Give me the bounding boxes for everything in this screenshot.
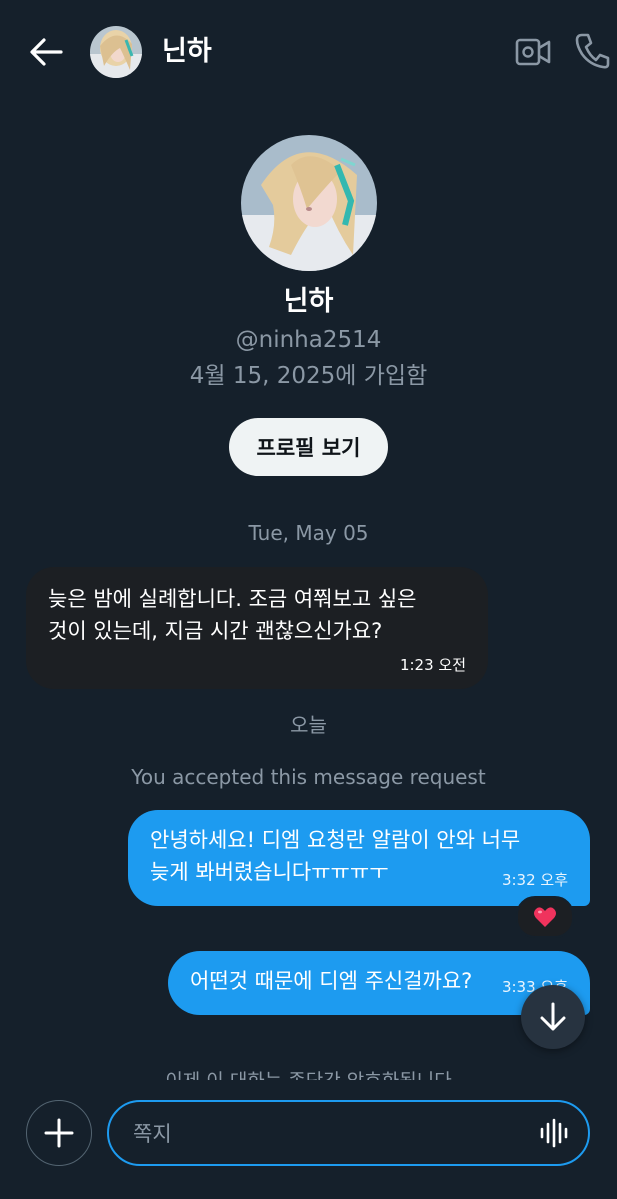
dm-conversation-screen: 닌하 닌하 @ninha2514 4월 15, 2025에 가입함 프로필 보기… — [0, 0, 617, 1199]
scroll-to-bottom-button[interactable] — [521, 985, 585, 1049]
voice-message-button[interactable] — [539, 1118, 569, 1148]
arrow-left-icon — [30, 38, 63, 66]
arrow-down-icon — [540, 1002, 566, 1031]
outgoing-message[interactable]: 안녕하세요! 디엠 요청란 알람이 안와 너무 늦게 봐버렸습니다ㅠㅠㅠㅜ 3:… — [128, 810, 590, 906]
encryption-note: 이제 이 대화는 종단간 암호화됩니다 — [0, 1066, 617, 1080]
incoming-message[interactable]: 늦은 밤에 실례합니다. 조금 여쭤보고 싶은 것이 있는데, 지금 시간 괜찮… — [26, 567, 488, 689]
header-username[interactable]: 닌하 — [162, 32, 212, 72]
message-reaction[interactable] — [516, 896, 574, 938]
profile-avatar[interactable] — [241, 135, 377, 271]
header-avatar[interactable] — [90, 26, 142, 78]
message-input[interactable] — [131, 1102, 525, 1166]
encryption-note-text: 이제 이 대화는 종단간 암호화됩니다 — [165, 1070, 451, 1080]
video-call-button[interactable] — [514, 34, 552, 70]
date-separator-today: 오늘 — [290, 713, 327, 737]
message-timestamp: 1:23 오전 — [399, 656, 466, 674]
voice-waveform-icon — [540, 1118, 568, 1148]
message-timestamp: 3:32 오후 — [501, 871, 568, 889]
request-accepted-note: You accepted this message request — [131, 765, 486, 789]
view-profile-button[interactable]: 프로필 보기 — [229, 418, 388, 476]
add-attachment-button[interactable] — [26, 1100, 92, 1166]
message-text: 늦은 밤에 실례합니다. 조금 여쭤보고 싶은 것이 있는데, 지금 시간 괜찮… — [48, 587, 417, 643]
voice-call-button[interactable] — [574, 32, 610, 70]
profile-handle: @ninha2514 — [235, 327, 382, 353]
heart-icon — [534, 907, 556, 927]
message-composer — [0, 1080, 617, 1199]
video-camera-icon — [515, 38, 551, 66]
date-separator: Tue, May 05 — [248, 521, 369, 545]
conversation-header: 닌하 — [0, 0, 617, 104]
back-button[interactable] — [26, 30, 66, 74]
plus-icon — [44, 1118, 74, 1148]
message-input-container — [107, 1100, 590, 1166]
profile-joined-date: 4월 15, 2025에 가입함 — [189, 363, 428, 389]
profile-display-name: 닌하 — [283, 286, 334, 317]
phone-icon — [575, 33, 610, 69]
